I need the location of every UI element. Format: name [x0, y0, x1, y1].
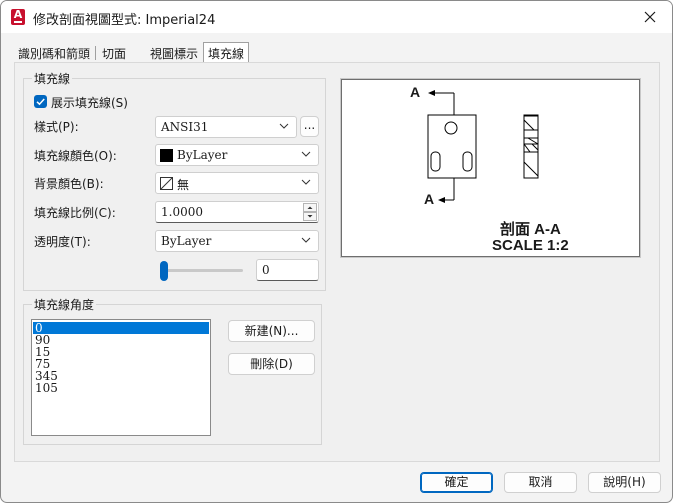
caret-down-icon: [307, 215, 313, 218]
tab-label: 識別碼和箭頭: [18, 47, 91, 61]
tab-view-label[interactable]: 視圖標示: [146, 43, 202, 63]
preview-caption-scale: SCALE 1:2: [492, 237, 569, 254]
chevron-down-icon: [301, 151, 311, 157]
checkmark-icon: [36, 98, 45, 106]
show-hatch-label[interactable]: 展示填充線(S): [51, 94, 128, 111]
section-view-preview: A A 剖面 A-A SCALE 1:2: [341, 79, 640, 257]
bg-color-label: 背景顏色(B):: [34, 177, 104, 191]
section-label-top: A: [410, 84, 421, 100]
angle-list-item[interactable]: 105: [33, 382, 58, 394]
autocad-app-icon: A: [11, 9, 25, 25]
pattern-label: 樣式(P):: [34, 120, 79, 134]
color-swatch: [160, 149, 173, 162]
transparency-value: ByLayer: [161, 234, 212, 248]
angle-list-item[interactable]: 0: [33, 322, 209, 334]
transparency-select[interactable]: ByLayer: [155, 230, 319, 252]
close-button[interactable]: [628, 1, 672, 33]
transparency-slider-track[interactable]: [161, 269, 243, 272]
hatch-scale-input[interactable]: 1.0000: [155, 201, 319, 223]
pattern-browse-button[interactable]: ...: [300, 116, 319, 137]
hatch-color-value: ByLayer: [177, 148, 228, 162]
transparency-label: 透明度(T):: [34, 235, 91, 249]
delete-angle-button[interactable]: 刪除(D): [228, 353, 315, 375]
bg-color-select[interactable]: 無: [155, 172, 319, 194]
scale-spinner[interactable]: [303, 203, 317, 221]
chevron-down-icon: [301, 237, 311, 243]
help-button[interactable]: 說明(H): [588, 472, 661, 493]
tab-cutting-plane[interactable]: 切面: [98, 43, 130, 63]
spin-down-button[interactable]: [303, 212, 317, 221]
hatch-angles-title: 填充線角度: [32, 296, 97, 313]
title-bar[interactable]: A 修改剖面視圖型式: Imperial24: [1, 1, 672, 33]
bg-color-value: 無: [177, 178, 190, 192]
hatch-scale-value: 1.0000: [161, 205, 203, 219]
tab-hatch[interactable]: 填充線: [203, 42, 250, 63]
pattern-select[interactable]: ANSI31: [155, 116, 297, 138]
hatch-color-label: 填充線顏色(O):: [34, 149, 117, 163]
ok-button[interactable]: 確定: [420, 472, 493, 493]
transparency-slider-thumb[interactable]: [160, 261, 168, 281]
section-drawing: [427, 90, 539, 203]
close-icon: [644, 11, 656, 23]
hatch-color-select[interactable]: ByLayer: [155, 144, 319, 166]
spin-up-button[interactable]: [303, 203, 317, 212]
transparency-number-input[interactable]: 0: [256, 259, 319, 281]
chevron-down-icon: [301, 179, 311, 185]
hatch-scale-label: 填充線比例(C):: [34, 206, 116, 220]
hatch-group-title: 填充線: [32, 70, 73, 87]
pattern-value: ANSI31: [161, 120, 209, 134]
caret-up-icon: [307, 206, 313, 209]
new-angle-button[interactable]: 新建(N)...: [228, 320, 315, 342]
section-label-bottom: A: [424, 191, 435, 207]
no-color-swatch-icon: [160, 177, 173, 190]
dialog-window: A 修改剖面視圖型式: Imperial24 識別碼和箭頭 切面 視圖標示 填充…: [0, 0, 673, 503]
tab-label: 視圖標示: [150, 47, 199, 61]
tab-label: 填充線: [208, 47, 245, 61]
cancel-button[interactable]: 取消: [504, 472, 577, 493]
preview-caption-title: 剖面 A-A: [500, 221, 561, 238]
tab-separator: [95, 46, 96, 60]
window-title: 修改剖面視圖型式: Imperial24: [33, 13, 216, 28]
tab-label: 切面: [102, 47, 127, 61]
angle-list[interactable]: 0 90 15 75 345 105: [31, 319, 211, 436]
transparency-number-value: 0: [262, 263, 270, 277]
tab-identifiers-arrows[interactable]: 識別碼和箭頭: [14, 43, 94, 63]
show-hatch-checkbox[interactable]: [34, 95, 47, 108]
chevron-down-icon: [279, 123, 289, 129]
